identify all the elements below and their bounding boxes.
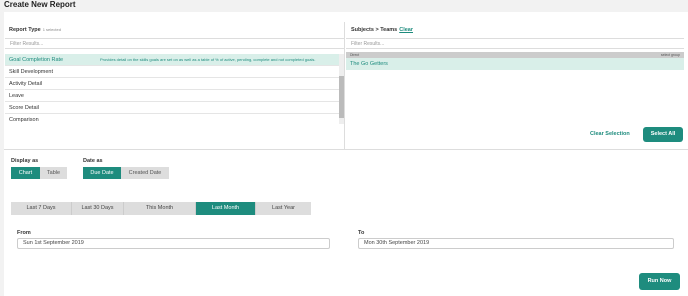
from-date-input[interactable]: Sun 1st September 2019 [17, 238, 330, 249]
range-last-year[interactable]: Last Year [256, 202, 311, 215]
display-as-label: Display as [11, 158, 39, 164]
to-label: To [358, 230, 365, 236]
date-as-label: Date as [83, 158, 103, 164]
from-label: From [17, 230, 31, 236]
range-last-30-days[interactable]: Last 30 Days [72, 202, 124, 215]
subjects-filter-input[interactable]: Filter Results... [346, 38, 684, 49]
panel-divider [344, 22, 345, 149]
report-type-item-leave[interactable]: Leave [5, 90, 344, 102]
select-all-button[interactable]: Select All [643, 127, 683, 142]
clear-subjects-link[interactable]: Clear [399, 27, 413, 33]
team-item-the-go-getters[interactable]: The Go Getters [346, 58, 684, 70]
to-date-input[interactable]: Mon 30th September 2019 [358, 238, 674, 249]
display-chart-toggle[interactable]: Chart [11, 167, 40, 179]
created-date-toggle[interactable]: Created Date [121, 167, 169, 179]
report-type-item-activity-detail[interactable]: Activity Detail [5, 78, 344, 90]
report-type-item-goal-completion-rate[interactable]: Goal Completion Rate Provides detail on … [5, 54, 344, 66]
section-divider [4, 149, 688, 150]
report-type-item-score-detail[interactable]: Score Detail [5, 102, 344, 114]
subjects-heading: Subjects > Teams Clear [351, 27, 413, 33]
report-type-item-skill-development[interactable]: Skill Development [5, 66, 344, 78]
clear-selection-button[interactable]: Clear Selection [590, 131, 630, 137]
range-last-7-days[interactable]: Last 7 Days [11, 202, 72, 215]
range-this-month[interactable]: This Month [124, 202, 196, 215]
report-type-heading: Report Type 1 selected [9, 27, 61, 33]
report-description: Provides detail on the skills goals are … [100, 57, 316, 62]
range-last-month[interactable]: Last Month [196, 202, 256, 215]
report-type-list: Goal Completion Rate Provides detail on … [5, 54, 344, 124]
report-type-filter-input[interactable]: Filter Results... [5, 38, 344, 49]
selected-count: 1 selected [42, 27, 61, 32]
report-type-item-comparison[interactable]: Comparison [5, 114, 344, 124]
due-date-toggle[interactable]: Due Date [83, 167, 121, 179]
display-table-toggle[interactable]: Table [40, 167, 67, 179]
page-title: Create New Report [4, 0, 76, 9]
run-now-button[interactable]: Run Now [639, 273, 680, 290]
